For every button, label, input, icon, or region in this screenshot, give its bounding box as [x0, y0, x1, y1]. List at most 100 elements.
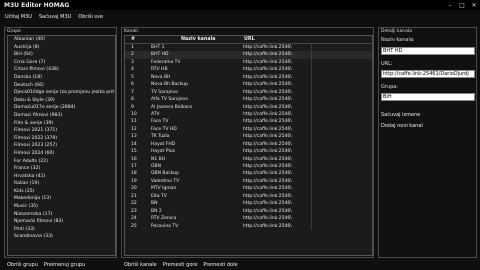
- empty-cell: [311, 44, 372, 52]
- table-row[interactable]: 19 Valentino TV http://caffe.link:2546\: [125, 177, 372, 186]
- empty-cell: [311, 185, 372, 193]
- group-list-item[interactable]: Film & serije (39): [8, 120, 115, 128]
- group-list-item[interactable]: Scandinavia (33): [8, 233, 115, 241]
- name-field[interactable]: BHT HD: [381, 47, 475, 55]
- table-row[interactable]: 21 Elta TV http://caffe.link:2546\: [125, 192, 372, 201]
- channel-url-cell: http://caffe.link:2546\: [243, 52, 292, 58]
- minimize-button[interactable]: –: [444, 0, 456, 10]
- table-row[interactable]: 3 Federalna TV http://caffe.link:2546\: [125, 58, 372, 67]
- table-row[interactable]: 13 TK Tuzla http://caffe.link:2546\: [125, 133, 372, 141]
- url-label: URL:: [381, 61, 393, 67]
- channel-name-cell: TV Sarajevo: [151, 89, 178, 95]
- group-list-item[interactable]: Filmovi 2023 (257): [8, 142, 115, 150]
- group-list-item[interactable]: Danska (18): [8, 74, 115, 82]
- column-header-url[interactable]: URL: [241, 36, 311, 43]
- channel-num-cell: 16: [131, 156, 137, 162]
- channel-name-cell: OBN: [151, 164, 161, 169]
- table-row[interactable]: 25 Posavina TV http://caffe.link:2546\: [125, 222, 372, 230]
- group-list-item[interactable]: Albanian (40): [8, 36, 115, 44]
- table-row[interactable]: 6 Nova Bh Backup http://caffe.link:2546\: [125, 81, 372, 89]
- empty-cell: [311, 140, 372, 149]
- channel-name-cell: BN: [151, 201, 158, 207]
- group-list-item[interactable]: Domaću017e serije (2884): [8, 104, 115, 112]
- move-down-button[interactable]: Premesti dole: [203, 262, 237, 268]
- group-list-item[interactable]: Kids (25): [8, 188, 115, 196]
- group-list-item[interactable]: Hrvatska (41): [8, 173, 115, 181]
- rename-group-button[interactable]: Preimenuj grupu: [44, 262, 85, 268]
- menu-import-m3u[interactable]: Učitaj M3U: [5, 14, 32, 20]
- table-row[interactable]: 23 BN 2 http://caffe.link:2546\: [125, 207, 372, 216]
- column-header-num[interactable]: #: [125, 36, 151, 43]
- table-row[interactable]: 18 OBN Backup http://caffe.link:2546\: [125, 170, 372, 178]
- move-up-button[interactable]: Premesti gore: [163, 262, 198, 268]
- table-row[interactable]: 10 ATV http://caffe.link:2546\: [125, 110, 372, 119]
- group-list-item[interactable]: Crtani filmovi (438): [8, 66, 115, 74]
- group-list-item[interactable]: Filmovi 2022 (379): [8, 135, 115, 143]
- group-list-item[interactable]: Music (35): [8, 203, 115, 211]
- table-row[interactable]: 22 BN http://caffe.link:2546\: [125, 200, 372, 208]
- group-list-item[interactable]: BiH (64): [8, 51, 115, 59]
- add-channel-button[interactable]: Dodaj novi kanal: [381, 123, 423, 129]
- table-row[interactable]: 11 Face TV http://caffe.link:2546\: [125, 118, 372, 126]
- group-list-item[interactable]: Austrija (8): [8, 44, 115, 52]
- group-list-item[interactable]: Nizozemska (17): [8, 211, 115, 219]
- channel-url-cell: http://caffe.link:2546\: [243, 141, 292, 147]
- group-list-item[interactable]: France (32): [8, 165, 115, 173]
- empty-cell: [311, 73, 372, 82]
- group-field[interactable]: BiH: [381, 93, 475, 101]
- table-row[interactable]: 12 Face TV HD http://caffe.link:2546\: [125, 125, 372, 134]
- delete-channel-button[interactable]: Obriši kanale: [124, 262, 157, 268]
- group-list-item[interactable]: Pinti (33): [8, 226, 115, 234]
- channels-toolbar: Obriši kanale Premesti gore Premesti dol…: [124, 262, 238, 268]
- group-list-item[interactable]: Djeca010dge serije (za promjenu jezika p…: [8, 89, 115, 97]
- empty-cell: [311, 118, 372, 126]
- channel-name-cell: RTV HB: [151, 67, 168, 73]
- table-row[interactable]: 2 BHT HD http://caffe.link:2546\: [125, 51, 372, 59]
- channel-name-cell: TK Tuzla: [151, 134, 170, 140]
- table-row[interactable]: 17 OBN http://caffe.link:2546\: [125, 163, 372, 171]
- table-row[interactable]: 5 Nova BH http://caffe.link:2546\: [125, 73, 372, 82]
- table-row[interactable]: 1 BHT 1 http://caffe.link:2546\: [125, 44, 372, 52]
- group-list-item[interactable]: Doku & Style (30): [8, 97, 115, 105]
- channel-url-cell: http://caffe.link:2546\: [243, 119, 292, 125]
- channel-name-cell: Posavina TV: [151, 223, 179, 229]
- channel-num-cell: 9: [131, 104, 134, 110]
- channel-num-cell: 25: [131, 223, 137, 229]
- group-list-item[interactable]: Deutsch (66): [8, 82, 115, 90]
- channel-name-cell: MTV Igman: [151, 186, 177, 192]
- group-list-item[interactable]: Filmovi 2021 (371): [8, 127, 115, 135]
- table-row[interactable]: 20 MTV Igman http://caffe.link:2546\: [125, 185, 372, 193]
- groups-panel-title: Grupe: [7, 29, 21, 34]
- column-header-name[interactable]: Naziv kanala: [151, 36, 241, 43]
- table-row[interactable]: 8 Alfa TV Sarajevo http://caffe.link:2546\: [125, 96, 372, 104]
- groups-list[interactable]: Albanian (40) Austrija (8) BiH (64) Crna Go…: [7, 35, 116, 256]
- table-row[interactable]: 4 RTV HB http://caffe.link:2546\: [125, 66, 372, 74]
- group-list-item[interactable]: For Adults (22): [8, 158, 115, 166]
- table-row[interactable]: 15 Hayat Plus http://caffe.link:2546\: [125, 148, 372, 156]
- channel-name-cell: RTV Zenica: [151, 216, 177, 222]
- channels-table[interactable]: # Naziv kanala URL 1 BHT 1 http://caffe.li…: [124, 35, 373, 256]
- table-row[interactable]: 24 RTV Zenica http://caffe.link:2546\: [125, 215, 372, 223]
- group-list-item[interactable]: Makedonija (13): [8, 195, 115, 203]
- table-row[interactable]: 14 Hayat FHD http://caffe.link:2546\: [125, 140, 372, 149]
- close-button[interactable]: ✕: [468, 0, 480, 10]
- table-row[interactable]: 9 Al Jazeera Balkans http://caffe.link:254…: [125, 103, 372, 111]
- url-field[interactable]: http://caffe.link:25461/DarioDjurdj: [381, 70, 475, 78]
- menu-save-m3u[interactable]: Sačuvaj M3U: [39, 14, 71, 20]
- delete-group-button[interactable]: Obriši grupu: [7, 262, 38, 268]
- group-list-item[interactable]: Njemacki filmovi (83): [8, 218, 115, 226]
- save-changes-button[interactable]: Sačuvaj izmene: [381, 112, 420, 118]
- group-list-item[interactable]: Domaci filmovi (983): [8, 112, 115, 120]
- channel-name-cell: Nova Bh Backup: [151, 82, 188, 88]
- table-row[interactable]: 16 N1 BH http://caffe.link:2546\: [125, 155, 372, 163]
- group-list-item[interactable]: Filmovi 2024 (60): [8, 150, 115, 158]
- channel-url-cell: http://caffe.link:2546\: [243, 149, 292, 155]
- menu-clear-all[interactable]: Obriši sve: [78, 14, 103, 20]
- group-list-item[interactable]: Crna Gora (7): [8, 59, 115, 67]
- group-list-item[interactable]: Italian (19): [8, 180, 115, 188]
- table-row[interactable]: 7 TV Sarajevo http://caffe.link:2546\: [125, 88, 372, 97]
- channel-num-cell: 2: [131, 52, 134, 58]
- empty-cell: [311, 163, 372, 171]
- maximize-button[interactable]: □: [456, 0, 468, 10]
- empty-cell: [311, 58, 372, 67]
